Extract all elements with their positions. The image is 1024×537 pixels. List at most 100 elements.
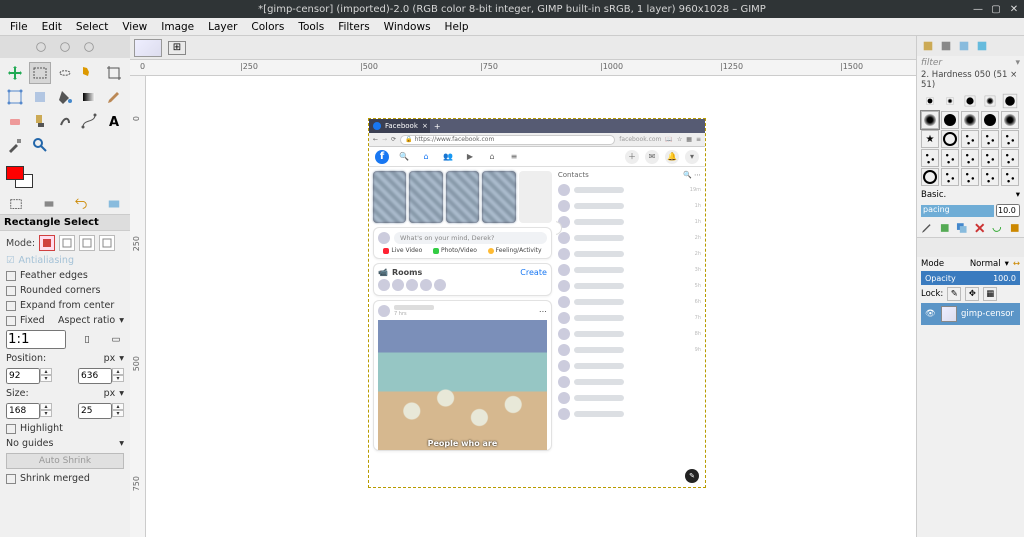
image-canvas[interactable]: Facebook × + ← → ⟳ 🔒 https://www.facebo	[368, 118, 706, 488]
chevron-down-icon[interactable]: ▾	[119, 315, 124, 326]
menu-filters[interactable]: Filters	[332, 19, 375, 35]
delete-brush-icon[interactable]	[974, 222, 986, 234]
fb-watch-icon[interactable]: ▶	[463, 150, 477, 164]
step-up-icon[interactable]: ▴	[112, 368, 124, 375]
nav-reload-icon[interactable]: ⟳	[391, 136, 396, 143]
fixed-mode-dropdown[interactable]: Aspect ratio	[58, 315, 115, 326]
device-status-icon[interactable]	[42, 197, 56, 211]
free-select-tool[interactable]	[54, 62, 76, 84]
menu-file[interactable]: File	[4, 19, 34, 35]
step-down-icon[interactable]: ▾	[112, 410, 124, 417]
avatar[interactable]	[434, 279, 446, 291]
history-tab-icon[interactable]	[975, 39, 989, 53]
nav-fwd-icon[interactable]: →	[382, 136, 387, 143]
contact-row[interactable]	[558, 390, 701, 406]
brush-preset[interactable]	[961, 111, 979, 129]
patterns-tab-icon[interactable]	[939, 39, 953, 53]
step-up-icon[interactable]: ▴	[40, 368, 52, 375]
layer-row[interactable]: 👁 gimp-censor	[921, 303, 1020, 325]
contact-row[interactable]	[558, 358, 701, 374]
spacing-input[interactable]	[996, 204, 1020, 217]
guides-dropdown[interactable]: No guides	[6, 438, 53, 449]
brush-preset[interactable]	[985, 96, 996, 107]
lock-position-icon[interactable]: ✥	[965, 287, 979, 301]
rooms-create-link[interactable]: Create	[520, 268, 547, 277]
step-up-icon[interactable]: ▴	[40, 403, 52, 410]
fb-story[interactable]	[409, 171, 442, 223]
fb-home-icon[interactable]: ⌂	[419, 150, 433, 164]
layer-thumbnail[interactable]	[941, 306, 957, 322]
brush-preset[interactable]	[981, 168, 999, 186]
contact-row[interactable]: 8h	[558, 326, 701, 342]
antialias-checkbox[interactable]: ☑	[6, 255, 15, 266]
open-as-image-icon[interactable]	[1009, 222, 1021, 234]
menu-image[interactable]: Image	[155, 19, 200, 35]
brush-preset[interactable]	[981, 149, 999, 167]
brush-preset[interactable]	[1001, 168, 1019, 186]
brush-tags-dropdown[interactable]: Basic.	[921, 190, 946, 200]
browser-tab[interactable]: Facebook ×	[369, 119, 430, 133]
fonts-tab-icon[interactable]	[957, 39, 971, 53]
size-unit-dropdown[interactable]: px	[104, 388, 116, 399]
move-tool[interactable]	[4, 62, 26, 84]
step-down-icon[interactable]: ▾	[40, 410, 52, 417]
contact-row[interactable]: 2h	[558, 230, 701, 246]
fb-story[interactable]	[519, 171, 552, 223]
avatar[interactable]	[420, 279, 432, 291]
post-menu-icon[interactable]: ⋯	[539, 307, 547, 316]
mode-replace[interactable]	[39, 235, 55, 251]
brush-filter-input[interactable]: filter	[921, 58, 942, 68]
photo-video-button[interactable]: Photo/Video	[433, 247, 477, 254]
warp-tool[interactable]	[29, 86, 51, 108]
contact-row[interactable]: 2h	[558, 246, 701, 262]
orientation-portrait-icon[interactable]: ▯	[79, 334, 95, 345]
ext1-icon[interactable]: ☆	[677, 136, 682, 143]
images-icon[interactable]	[107, 197, 121, 211]
layer-name[interactable]: gimp-censor	[961, 309, 1014, 319]
refresh-brushes-icon[interactable]	[991, 222, 1003, 234]
fb-account-icon[interactable]: ▾	[685, 150, 699, 164]
fb-story[interactable]	[446, 171, 479, 223]
brush-preset[interactable]	[961, 130, 979, 148]
mode-add[interactable]	[59, 235, 75, 251]
brush-preset[interactable]	[941, 111, 959, 129]
brush-preset[interactable]	[921, 149, 939, 167]
contact-row[interactable]: 6h	[558, 294, 701, 310]
lock-pixels-icon[interactable]: ✎	[947, 287, 961, 301]
nav-back-icon[interactable]: ←	[373, 136, 378, 143]
close-tab-icon[interactable]: ×	[422, 122, 428, 130]
menu-help[interactable]: Help	[439, 19, 475, 35]
crop-tool[interactable]	[103, 62, 125, 84]
text-tool[interactable]: A	[103, 110, 125, 132]
fb-create-icon[interactable]: ＋	[625, 150, 639, 164]
tool-options-icon[interactable]	[9, 197, 23, 211]
brush-preset[interactable]	[1001, 111, 1019, 129]
menu-colors[interactable]: Colors	[245, 19, 290, 35]
color-picker-tool[interactable]	[4, 134, 26, 156]
image-viewport[interactable]: Facebook × + ← → ⟳ 🔒 https://www.facebo	[146, 76, 916, 537]
brush-preset[interactable]	[941, 168, 959, 186]
color-picker-swatch[interactable]	[6, 166, 36, 188]
fb-story[interactable]	[373, 171, 406, 223]
smudge-tool[interactable]	[54, 110, 76, 132]
brush-preset[interactable]	[961, 168, 979, 186]
mode-switch-icon[interactable]: ↔	[1013, 259, 1020, 269]
minimize-icon[interactable]: —	[972, 4, 984, 15]
fb-messenger-icon[interactable]: ✉	[645, 150, 659, 164]
brush-preset[interactable]	[965, 96, 976, 107]
contact-row[interactable]	[558, 374, 701, 390]
contact-row[interactable]: 5h	[558, 278, 701, 294]
fixed-value-input[interactable]	[6, 330, 66, 349]
clone-tool[interactable]	[29, 110, 51, 132]
fb-friends-icon[interactable]: 👥	[441, 150, 455, 164]
contacts-more-icon[interactable]: ⋯	[694, 171, 701, 179]
image-tab[interactable]	[134, 39, 162, 57]
size-w-input[interactable]	[6, 403, 40, 419]
layer-visibility-icon[interactable]: 👁	[925, 309, 937, 319]
avatar[interactable]	[378, 232, 390, 244]
menu-layer[interactable]: Layer	[202, 19, 243, 35]
contact-row[interactable]: 19m	[558, 182, 701, 198]
gradient-tool[interactable]	[78, 86, 100, 108]
feather-checkbox[interactable]	[6, 271, 16, 281]
contact-row[interactable]: 1h	[558, 198, 701, 214]
